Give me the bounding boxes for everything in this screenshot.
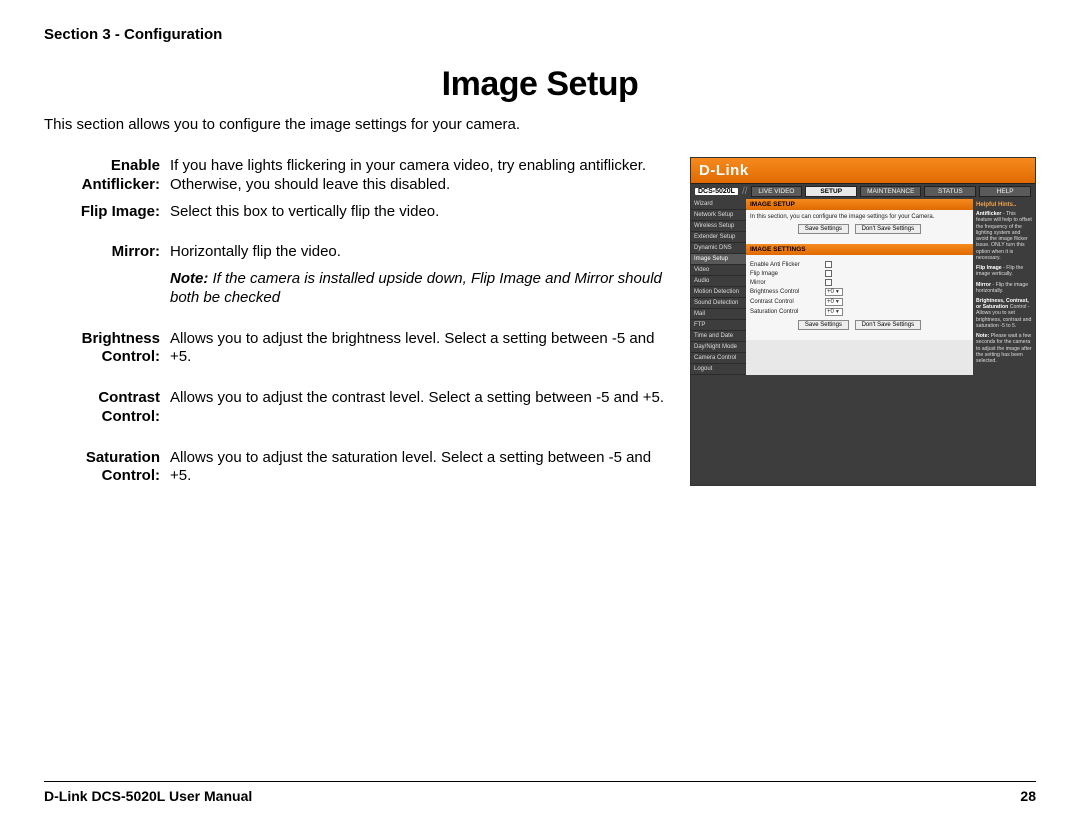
intro-text: This section allows you to configure the… — [44, 116, 1036, 133]
def-label-brightness: Brightness Control: — [44, 330, 160, 368]
saturation-select[interactable]: +0▼ — [825, 308, 843, 316]
def-desc-saturation: Allows you to adjust the saturation leve… — [170, 449, 676, 487]
sidebar-item[interactable]: Sound Detection — [691, 298, 746, 309]
page-footer: D-Link DCS-5020L User Manual 28 — [44, 781, 1036, 804]
sidebar-item[interactable]: Audio — [691, 276, 746, 287]
sidebar: Wizard Network Setup Wireless Setup Exte… — [691, 199, 746, 375]
sidebar-item[interactable]: Mail — [691, 309, 746, 320]
dont-save-button[interactable]: Don't Save Settings — [855, 224, 922, 234]
sidebar-item[interactable]: Network Setup — [691, 210, 746, 221]
tab-status[interactable]: STATUS — [924, 186, 976, 197]
def-label-saturation: Saturation Control: — [44, 449, 160, 487]
save-button[interactable]: Save Settings — [798, 224, 849, 234]
footer-page-number: 28 — [1020, 788, 1036, 804]
tab-live-video[interactable]: LIVE VIDEO — [751, 186, 803, 197]
chevron-down-icon: ▼ — [835, 309, 840, 315]
panel-subtitle: In this section, you can configure the i… — [750, 214, 969, 220]
slant-divider: // — [742, 186, 748, 197]
save-button[interactable]: Save Settings — [798, 320, 849, 330]
def-desc-antiflicker: If you have lights flickering in your ca… — [170, 157, 676, 195]
row-label: Brightness Control — [750, 289, 825, 295]
row-label: Mirror — [750, 280, 825, 286]
sidebar-item[interactable]: Time and Date — [691, 331, 746, 342]
model-badge: DCS-5020L — [695, 188, 738, 195]
footer-manual: D-Link DCS-5020L User Manual — [44, 788, 252, 804]
tab-strip: DCS-5020L // LIVE VIDEO SETUP MAINTENANC… — [691, 184, 1035, 199]
def-note: Note: If the camera is installed upside … — [170, 270, 676, 308]
def-desc-brightness: Allows you to adjust the brightness leve… — [170, 330, 676, 368]
sidebar-item[interactable]: Video — [691, 265, 746, 276]
def-label-mirror: Mirror: — [44, 243, 160, 262]
sidebar-item[interactable]: Wizard — [691, 199, 746, 210]
chevron-down-icon: ▼ — [835, 289, 840, 295]
row-label: Enable Anti Flicker — [750, 262, 825, 268]
row-label: Contrast Control — [750, 299, 825, 305]
sidebar-item[interactable]: Logout — [691, 364, 746, 375]
tab-setup[interactable]: SETUP — [805, 186, 857, 197]
brightness-select[interactable]: +0▼ — [825, 288, 843, 296]
note-body: If the camera is installed upside down, … — [170, 270, 662, 306]
sidebar-item[interactable]: Motion Detection — [691, 287, 746, 298]
sidebar-item[interactable]: Extender Setup — [691, 232, 746, 243]
embedded-screenshot: D-Link DCS-5020L // LIVE VIDEO SETUP MAI… — [690, 157, 1036, 486]
row-label: Flip Image — [750, 271, 825, 277]
mirror-checkbox[interactable] — [825, 279, 832, 286]
sidebar-item[interactable]: Dynamic DNS — [691, 243, 746, 254]
def-desc-flip: Select this box to vertically flip the v… — [170, 203, 676, 222]
main-panel: IMAGE SETUP In this section, you can con… — [746, 199, 973, 375]
hints-title: Helpful Hints.. — [976, 202, 1032, 209]
dont-save-button[interactable]: Don't Save Settings — [855, 320, 922, 330]
sidebar-item-image-setup[interactable]: Image Setup — [691, 254, 746, 265]
tab-maintenance[interactable]: MAINTENANCE — [860, 186, 921, 197]
antiflicker-checkbox[interactable] — [825, 261, 832, 268]
chevron-down-icon: ▼ — [835, 299, 840, 305]
def-label-contrast: Contrast Control: — [44, 389, 160, 427]
sidebar-item[interactable]: Day/Night Mode — [691, 342, 746, 353]
hints-panel: Helpful Hints.. Antiflicker - This featu… — [973, 199, 1035, 375]
section-header: Section 3 - Configuration — [44, 26, 1036, 43]
sidebar-item[interactable]: FTP — [691, 320, 746, 331]
def-label-antiflicker: Enable Antiflicker: — [44, 157, 160, 195]
def-label-flip: Flip Image: — [44, 203, 160, 222]
definitions-column: Enable Antiflicker: If you have lights f… — [44, 157, 676, 486]
contrast-select[interactable]: +0▼ — [825, 298, 843, 306]
tab-help[interactable]: HELP — [979, 186, 1031, 197]
settings-title: IMAGE SETTINGS — [746, 244, 973, 255]
flip-checkbox[interactable] — [825, 270, 832, 277]
def-desc-contrast: Allows you to adjust the contrast level.… — [170, 389, 676, 427]
row-label: Saturation Control — [750, 309, 825, 315]
page-title: Image Setup — [44, 65, 1036, 104]
sidebar-item[interactable]: Camera Control — [691, 353, 746, 364]
note-lead: Note: — [170, 270, 208, 287]
sidebar-item[interactable]: Wireless Setup — [691, 221, 746, 232]
brand-bar: D-Link — [691, 158, 1035, 184]
panel-title: IMAGE SETUP — [746, 199, 973, 210]
def-desc-mirror: Horizontally flip the video. — [170, 243, 676, 262]
